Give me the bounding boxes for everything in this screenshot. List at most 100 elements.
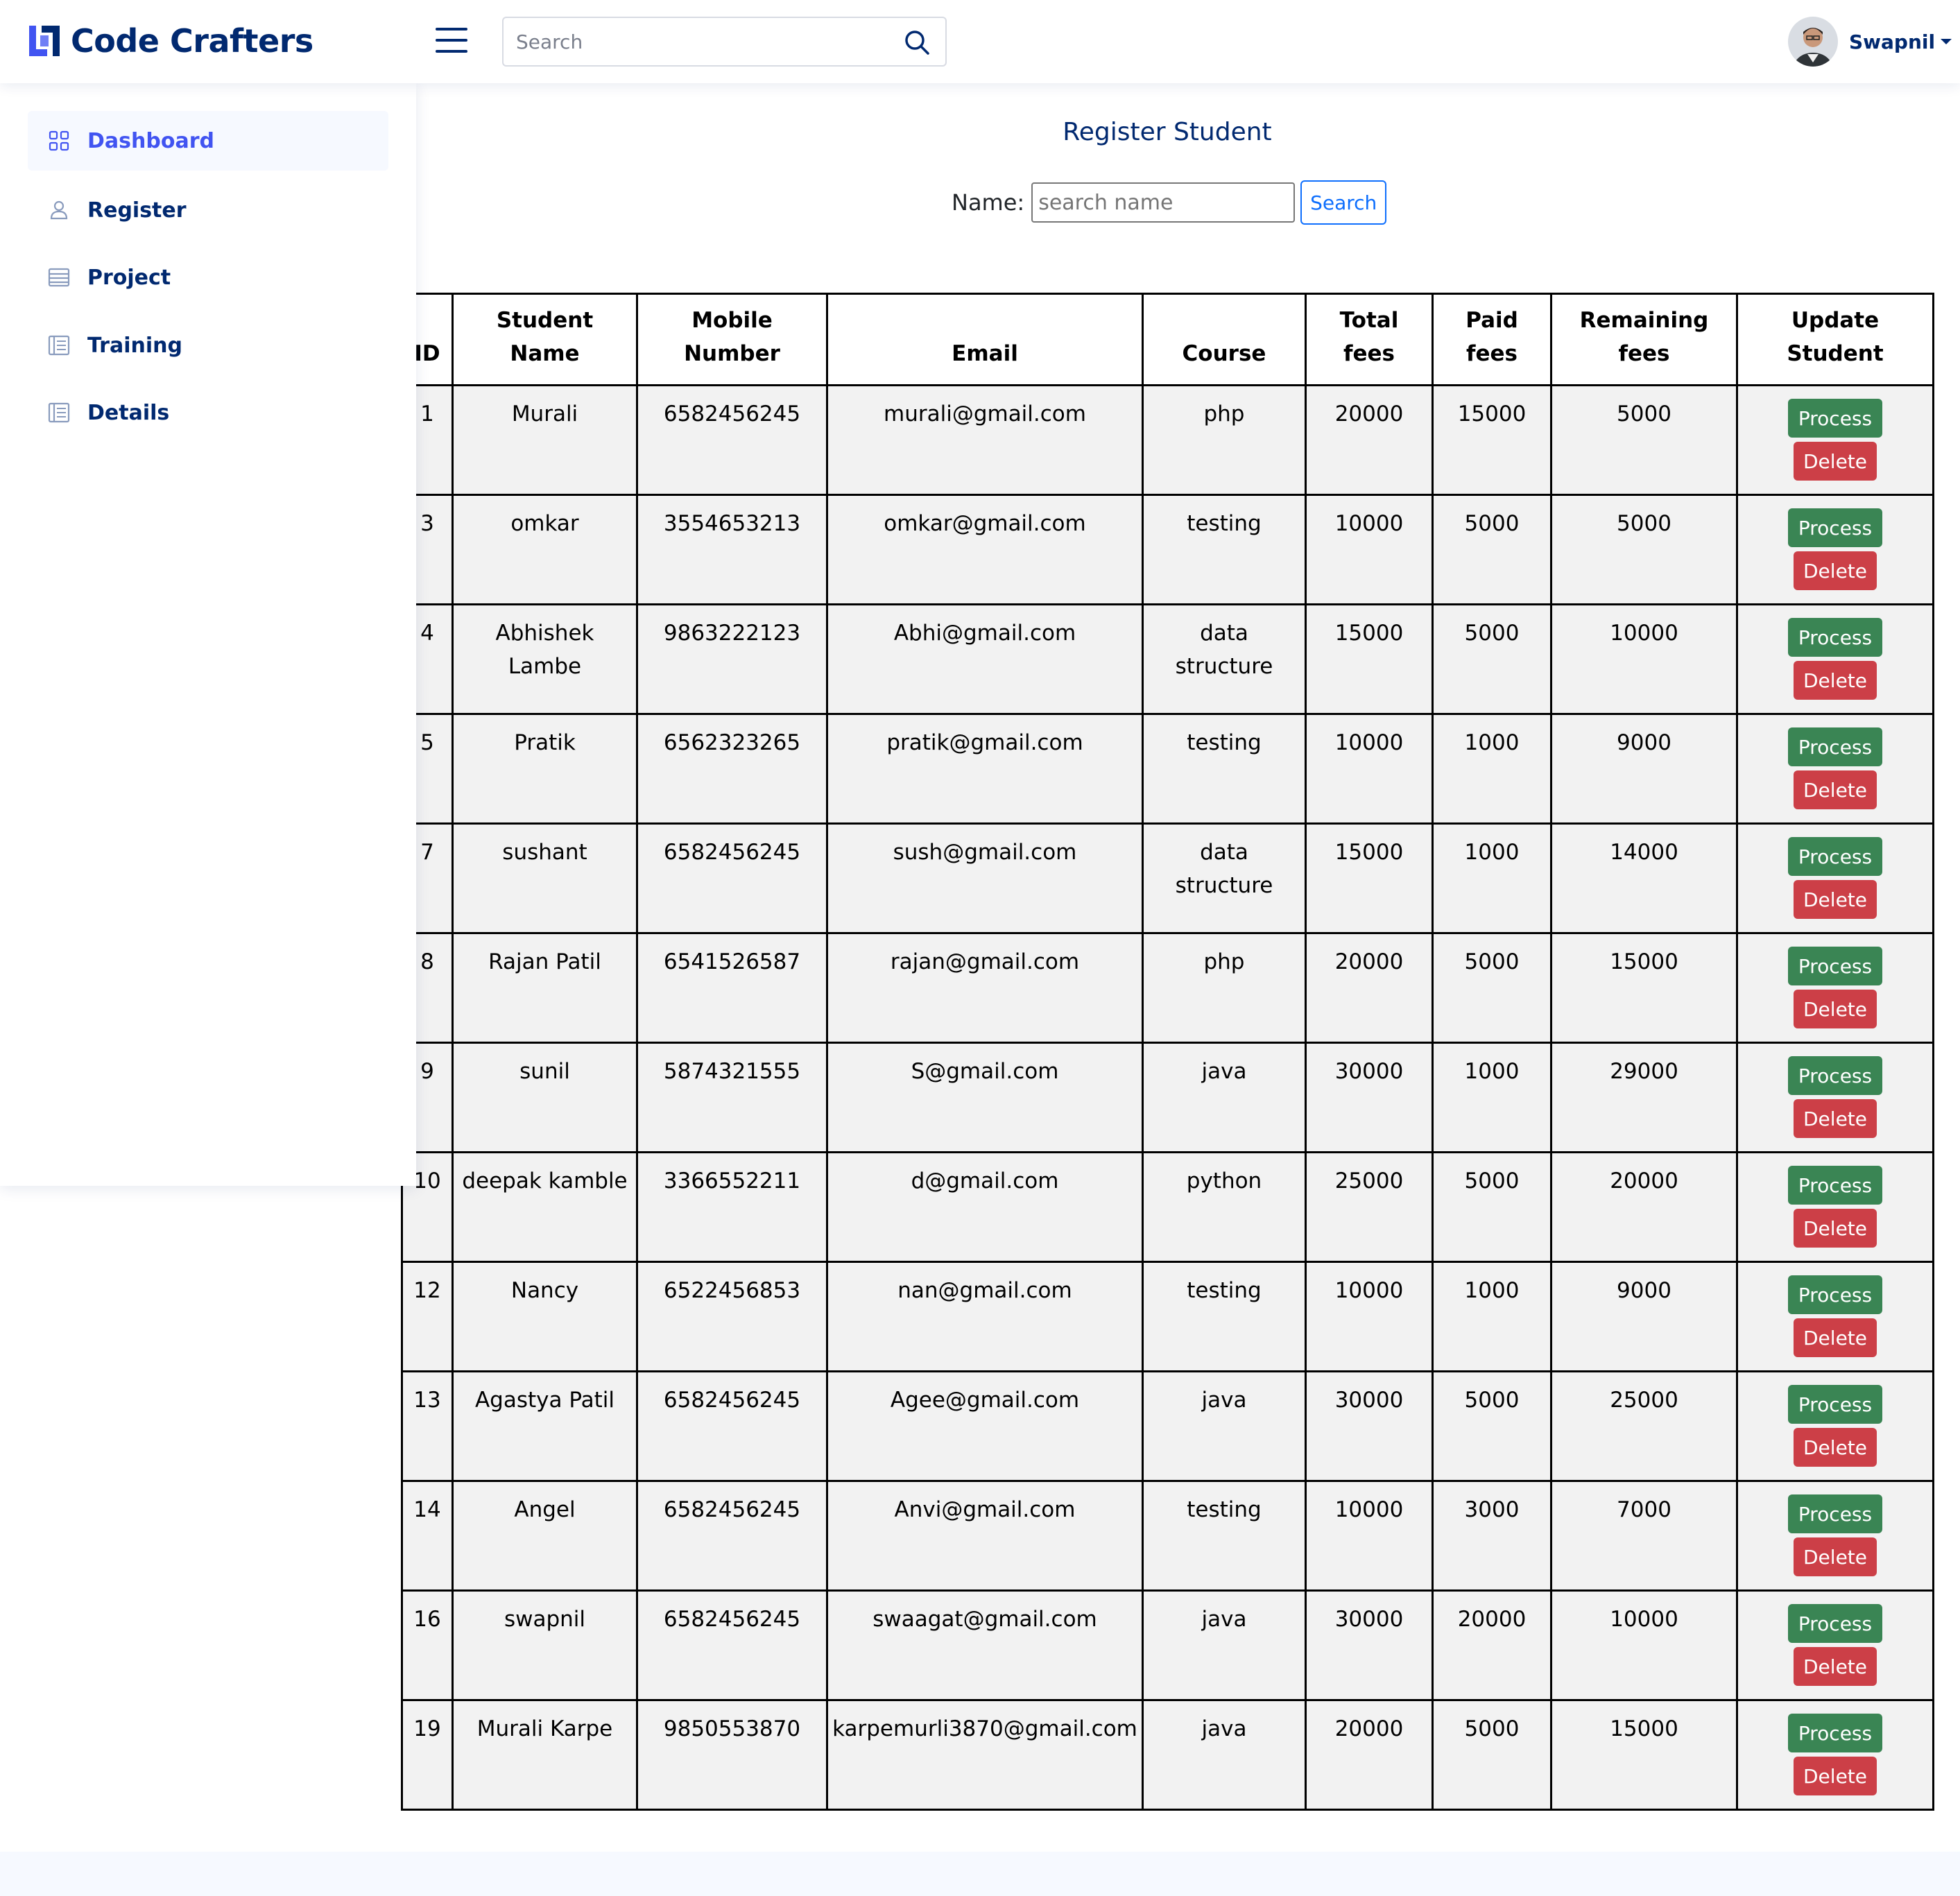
cell-actions: Process Delete [1736,1261,1934,1372]
header-search [502,17,947,67]
cell-remaining-fees: 15000 [1550,932,1738,1044]
delete-button[interactable]: Delete [1794,880,1877,919]
cell-actions: Process Delete [1736,603,1934,715]
cell-paid-fees: 1000 [1432,822,1552,934]
delete-button[interactable]: Delete [1794,661,1877,700]
process-button[interactable]: Process [1788,727,1882,766]
process-button[interactable]: Process [1788,837,1882,876]
page-title: Register Student [1063,118,1272,146]
cell-total-fees: 10000 [1305,713,1434,825]
sidebar-item-dashboard[interactable]: Dashboard [28,111,388,171]
user-profile-menu[interactable]: Swapnil [1788,15,1952,68]
layout-icon [48,268,70,287]
cell-remaining-fees: 20000 [1550,1151,1738,1263]
table-row: 12 Nancy 6522456853 nan@gmail.com testin… [401,1261,1934,1372]
cell-mobile-number: 9863222123 [636,603,828,715]
cell-email: pratik@gmail.com [826,713,1144,825]
process-button[interactable]: Process [1788,1714,1882,1752]
sidebar-item-training[interactable]: Training [28,316,388,375]
cell-email: rajan@gmail.com [826,932,1144,1044]
name-search-input[interactable] [1031,182,1296,223]
delete-button[interactable]: Delete [1794,1428,1877,1467]
table-row: 13 Agastya Patil 6582456245 Agee@gmail.c… [401,1370,1934,1482]
brand-logo[interactable]: Code Crafters [26,19,313,62]
process-button[interactable]: Process [1788,1056,1882,1095]
cell-total-fees: 30000 [1305,1042,1434,1153]
brand-name: Code Crafters [71,22,313,60]
cell-email: murali@gmail.com [826,384,1144,496]
delete-button[interactable]: Delete [1794,990,1877,1028]
search-icon[interactable] [904,29,930,55]
cell-mobile-number: 6522456853 [636,1261,828,1372]
cell-total-fees: 20000 [1305,932,1434,1044]
cell-mobile-number: 6562323265 [636,713,828,825]
cell-email: Anvi@gmail.com [826,1480,1144,1592]
process-button[interactable]: Process [1788,947,1882,985]
sidebar-item-label: Project [87,265,171,290]
cell-remaining-fees: 10000 [1550,1589,1738,1701]
cell-student-name: sushant [452,822,638,934]
hamburger-icon[interactable] [436,28,467,53]
cell-paid-fees: 5000 [1432,1370,1552,1482]
cell-student-name: sunil [452,1042,638,1153]
page-footer-strip [0,1852,1960,1896]
table-row: 7 sushant 6582456245 sush@gmail.com data… [401,822,1934,934]
sidebar-item-details[interactable]: Details [28,383,388,442]
name-search-button[interactable]: Search [1300,180,1387,225]
cell-student-name: Murali Karpe [452,1699,638,1811]
cell-remaining-fees: 25000 [1550,1370,1738,1482]
caret-down-icon [1941,39,1952,44]
delete-button[interactable]: Delete [1794,1647,1877,1686]
process-button[interactable]: Process [1788,1385,1882,1424]
cell-total-fees: 20000 [1305,1699,1434,1811]
delete-button[interactable]: Delete [1794,1209,1877,1248]
name-filter-label: Name: [952,189,1025,216]
delete-button[interactable]: Delete [1794,1537,1877,1576]
cell-actions: Process Delete [1736,1699,1934,1811]
process-button[interactable]: Process [1788,1166,1882,1205]
cell-mobile-number: 9850553870 [636,1699,828,1811]
cell-paid-fees: 1000 [1432,713,1552,825]
sidebar-item-label: Register [87,198,187,223]
cell-mobile-number: 6582456245 [636,1370,828,1482]
avatar [1788,17,1838,67]
process-button[interactable]: Process [1788,1604,1882,1643]
process-button[interactable]: Process [1788,1494,1882,1533]
cell-paid-fees: 5000 [1432,1699,1552,1811]
cell-actions: Process Delete [1736,713,1934,825]
delete-button[interactable]: Delete [1794,770,1877,809]
cell-email: omkar@gmail.com [826,494,1144,605]
process-button[interactable]: Process [1788,399,1882,438]
header-search-input[interactable] [504,18,892,65]
name-filter: Name: Search [952,180,1387,225]
cell-paid-fees: 15000 [1432,384,1552,496]
cell-course: testing [1142,713,1307,825]
process-button[interactable]: Process [1788,1275,1882,1314]
process-button[interactable]: Process [1788,508,1882,547]
delete-button[interactable]: Delete [1794,442,1877,481]
sidebar-item-register[interactable]: Register [28,180,388,240]
cell-course: java [1142,1042,1307,1153]
cell-id: 19 [401,1699,454,1811]
sidebar-item-project[interactable]: Project [28,248,388,307]
sidebar-item-label: Training [87,333,182,358]
sidebar-item-label: Dashboard [87,128,214,153]
cell-student-name: omkar [452,494,638,605]
cell-actions: Process Delete [1736,1151,1934,1263]
delete-button[interactable]: Delete [1794,1318,1877,1357]
cell-paid-fees: 3000 [1432,1480,1552,1592]
cell-student-name: Angel [452,1480,638,1592]
sidebar: Dashboard Register Project Training Deta… [0,83,416,1186]
delete-button[interactable]: Delete [1794,1757,1877,1795]
col-header-total-fees: Total fees [1305,293,1434,386]
cell-student-name: Pratik [452,713,638,825]
cell-mobile-number: 6582456245 [636,1589,828,1701]
delete-button[interactable]: Delete [1794,551,1877,590]
process-button[interactable]: Process [1788,618,1882,657]
col-header-student-name: Student Name [452,293,638,386]
col-header-paid-fees: Paid fees [1432,293,1552,386]
cell-course: php [1142,932,1307,1044]
table-icon [48,335,70,356]
delete-button[interactable]: Delete [1794,1099,1877,1138]
cell-student-name: deepak kamble [452,1151,638,1263]
